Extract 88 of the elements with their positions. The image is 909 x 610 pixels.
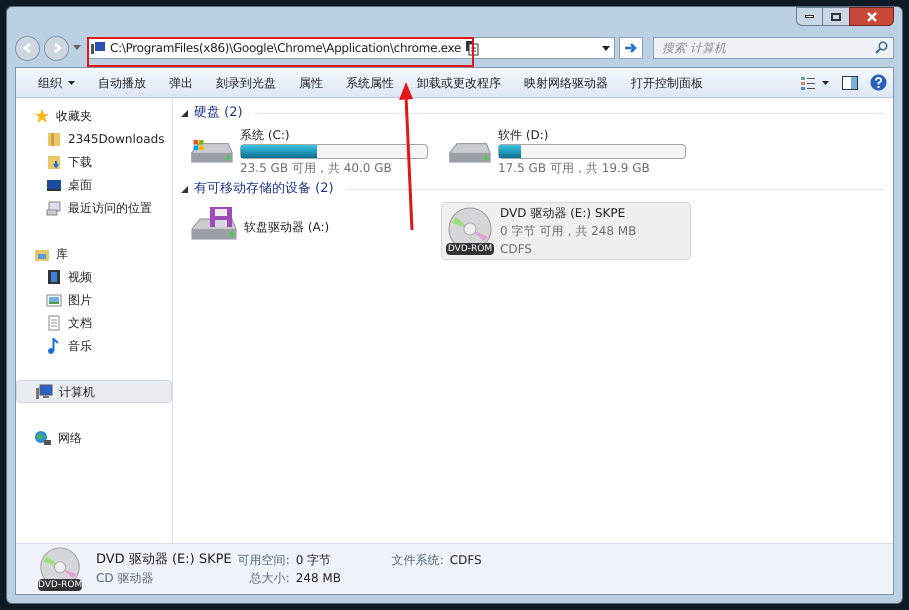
film-icon [46,268,62,284]
drive-name: 软盘驱动器 (A:) [244,219,330,236]
address-text: C:\ProgramFiles(x86)\Google\Chrome\Application\chrome.exe [110,41,462,55]
nav-label: 音乐 [68,338,92,354]
field-value: 248 MB [296,570,342,587]
back-button[interactable] [15,36,40,60]
toolbar-button[interactable]: 组织 [28,70,85,94]
field-value: 0 字节 [296,552,332,569]
minimize-button[interactable] [796,7,823,26]
field-label: 可用空间: [238,552,290,569]
view-options-icon[interactable] [800,74,830,90]
nav-item[interactable]: 网络 [16,426,172,449]
toolbar-button[interactable]: 弹出 [159,70,203,94]
group-header[interactable]: 硬盘 (2) [194,103,243,123]
collapse-triangle-icon[interactable] [181,110,188,116]
nav-label: 桌面 [68,176,92,194]
nav-item[interactable]: 图片 [16,288,172,311]
toolbar-button[interactable]: 系统属性 [336,70,404,94]
picture-icon [46,292,62,308]
recent-places-icon [46,200,62,216]
computer-icon [91,41,105,55]
document-icon [46,314,62,330]
nav-item[interactable]: 桌面 [16,173,172,196]
drive-tile[interactable]: 系统 (C:) 23.5 GB 可用，共 40.0 GB [183,124,433,178]
drive-space-info: 17.5 GB 可用，共 19.9 GB [498,160,651,176]
maximize-button[interactable] [823,7,849,26]
nav-label: 库 [56,246,68,262]
folder-icon [46,130,62,146]
nav-item[interactable]: 库 [16,242,172,265]
download-folder-icon [46,154,62,170]
nav-item[interactable]: 文档 [16,311,172,334]
search-field[interactable]: 搜索 计算机 [653,37,894,59]
nav-item[interactable]: 下载 [16,150,172,173]
nav-label: 最近访问的位置 [68,200,152,216]
nav-item[interactable]: 视频 [16,265,172,288]
field-label: 文件系统: [392,552,444,569]
nav-item[interactable]: 最近访问的位置 [16,196,172,219]
nav-label: 收藏夹 [56,108,92,124]
nav-label: 文档 [68,314,92,332]
nav-label: 网络 [58,430,82,446]
nav-label: 图片 [68,292,92,308]
drive-name: DVD 驱动器 (E:) SKPE [500,205,626,222]
nav-label: 2345Downloads [68,130,164,148]
preview-pane-icon[interactable] [842,76,858,90]
drive-name: 系统 (C:) [240,126,291,144]
file-system: CDFS [500,241,533,258]
close-icon [866,12,876,22]
drive-space-info: 0 字节 可用，共 248 MB [500,223,638,240]
disc-label: DVD-ROM [446,243,494,255]
copy-icon [465,40,480,56]
toolbar-button[interactable]: 自动播放 [88,70,156,94]
disc-label: DVD-ROM [38,579,82,591]
search-icon [875,41,888,54]
toolbar-button[interactable]: 卸载或更改程序 [407,70,511,94]
computer-icon [35,384,53,400]
dropdown-caret-icon[interactable] [602,46,610,50]
drive-tile[interactable]: DVD-ROM DVD 驱动器 (E:) SKPE 0 字节 可用，共 248 MB CDFS [441,202,691,260]
toolbar-button[interactable]: 打开控制面板 [621,70,713,94]
nav-item[interactable]: 计算机 [16,380,172,403]
drive-tile[interactable]: 软件 (D:) 17.5 GB 可用，共 19.9 GB [441,124,691,178]
drive-name: 软件 (D:) [498,126,550,144]
caret-icon [68,80,75,84]
forward-button[interactable] [44,36,69,60]
go-arrow-icon [624,42,638,54]
nav-item[interactable]: 2345Downloads [16,127,172,150]
star-icon [34,108,50,124]
history-caret-icon[interactable] [73,45,81,51]
nav-item[interactable]: 音乐 [16,334,172,357]
toolbar-button[interactable]: 属性 [289,70,333,94]
details-name: DVD 驱动器 (E:) SKPE [96,551,232,569]
toolbar-button[interactable]: 映射网络驱动器 [514,70,618,94]
drive-space-info: 23.5 GB 可用，共 40.0 GB [240,160,393,176]
close-button[interactable] [849,7,894,26]
field-label: 总大小: [248,570,290,587]
toolbar-button[interactable]: 刻录到光盘 [206,70,286,94]
details-type: CD 驱动器 [96,570,154,587]
nav-label: 下载 [68,154,92,170]
drive-tile[interactable]: 软盘驱动器 (A:) [183,200,433,254]
network-icon [34,430,52,446]
group-header[interactable]: 有可移动存储的设备 (2) [194,179,334,199]
help-icon[interactable] [870,74,887,91]
nav-label: 视频 [68,268,92,286]
collapse-triangle-icon[interactable] [181,186,188,192]
address-field[interactable]: C:\ProgramFiles(x86)\Google\Chrome\Application\chrome.exe [87,37,615,59]
field-value: CDFS [450,552,482,569]
nav-label: 计算机 [59,384,95,400]
nav-item[interactable]: 收藏夹 [16,104,172,127]
go-button[interactable] [619,37,643,59]
